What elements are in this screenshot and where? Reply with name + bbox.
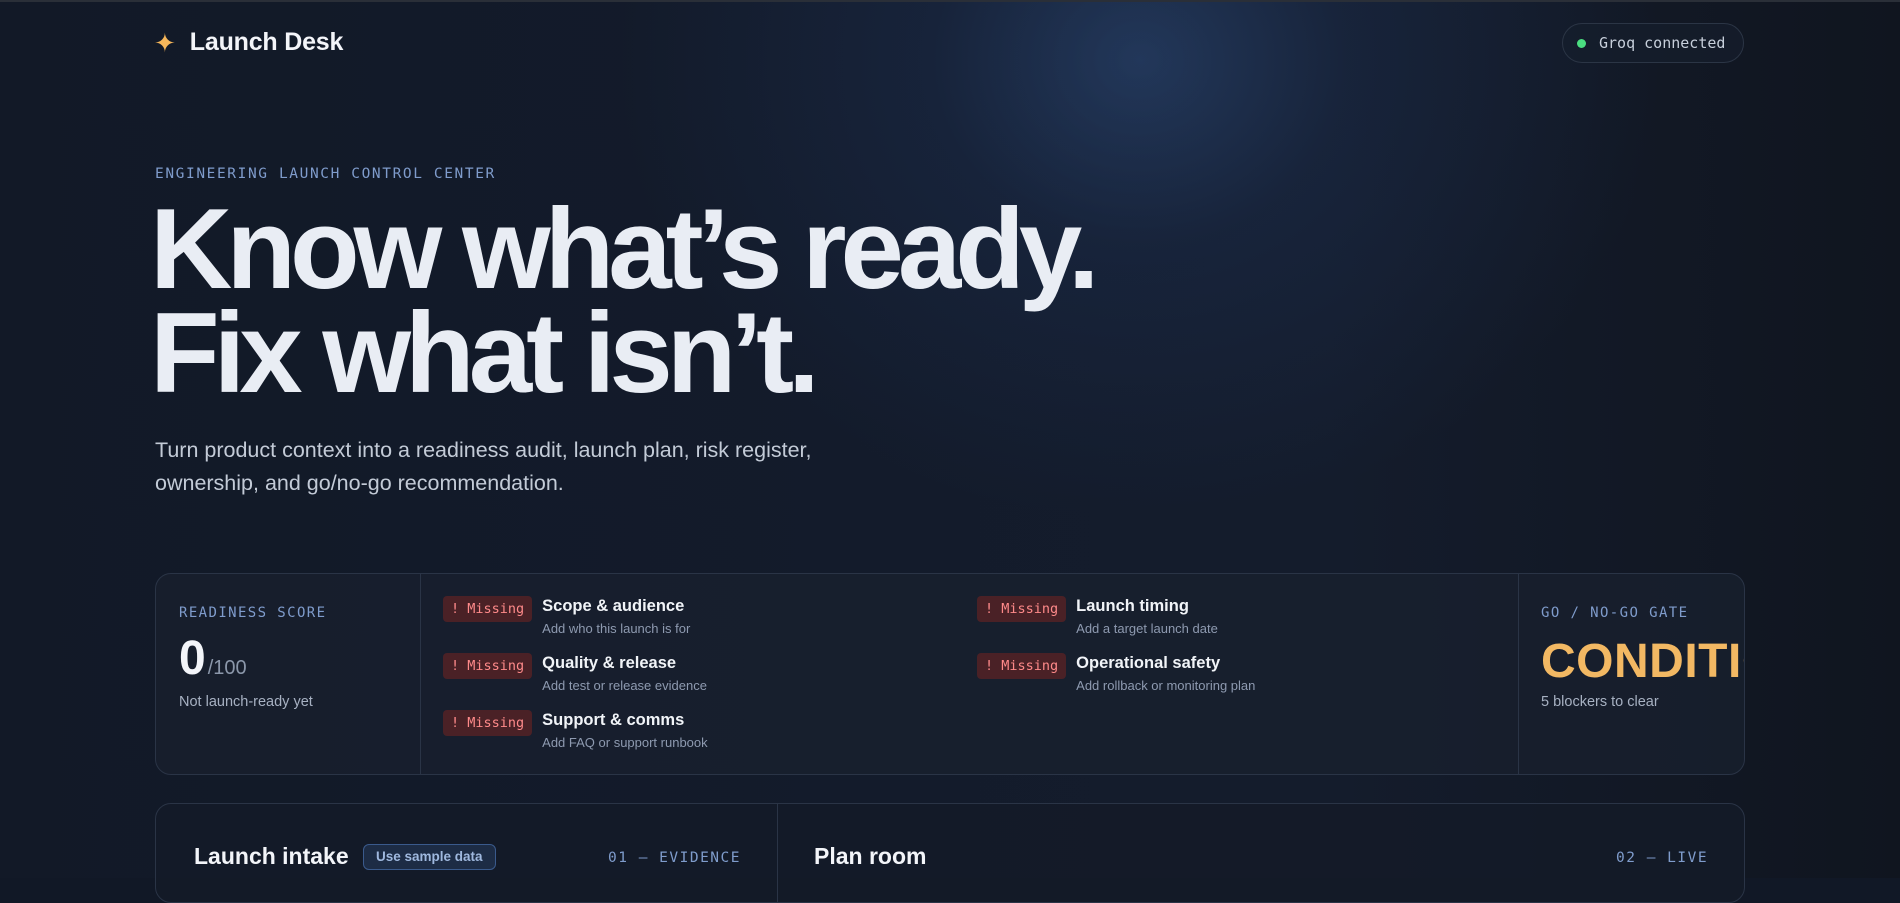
check-item-scope[interactable]: ! Missing Scope & audience Add who this … <box>443 596 690 637</box>
check-desc: Add a target launch date <box>1076 621 1218 636</box>
gate-value: CONDITIONAL <box>1541 635 1744 688</box>
check-item-safety[interactable]: ! Missing Operational safety Add rollbac… <box>977 653 1255 694</box>
missing-badge: ! Missing <box>977 596 1067 622</box>
page: ✦ Launch Desk Groq connected ENGINEERING… <box>0 0 1900 903</box>
missing-badge: ! Missing <box>977 653 1067 679</box>
gate-label: GO / NO-GO GATE <box>1541 605 1689 621</box>
readiness-panel: READINESS SCORE 0 /100 Not launch-ready … <box>155 573 1745 775</box>
check-title: Launch timing <box>1076 597 1189 615</box>
panel-divider <box>777 804 778 902</box>
hero-title: Know what’s ready. Fix what isn’t. <box>150 193 1100 411</box>
score-max: /100 <box>207 657 247 679</box>
gate-note: 5 blockers to clear <box>1541 694 1659 710</box>
check-title: Scope & audience <box>542 597 685 615</box>
readiness-checklist: ! Missing Scope & audience Add who this … <box>420 574 1674 774</box>
go-no-go-gate-card: GO / NO-GO GATE CONDITIONAL 5 blockers t… <box>1518 574 1744 774</box>
hero-subtitle: Turn product context into a readiness au… <box>155 438 812 495</box>
brand[interactable]: ✦ Launch Desk <box>154 28 343 57</box>
check-desc: Add FAQ or support runbook <box>542 735 708 750</box>
hero-title-line2: Fix what isn’t. <box>150 290 820 417</box>
hero-eyebrow: ENGINEERING LAUNCH CONTROL CENTER <box>155 166 496 182</box>
check-item-quality[interactable]: ! Missing Quality & release Add test or … <box>443 653 707 694</box>
readiness-score-card: READINESS SCORE 0 /100 Not launch-ready … <box>156 574 421 774</box>
score-number: 0 <box>179 632 206 685</box>
status-dot-icon <box>1577 38 1586 48</box>
check-title: Quality & release <box>542 654 677 672</box>
check-desc: Add test or release evidence <box>542 678 707 693</box>
check-desc: Add who this launch is for <box>542 621 691 636</box>
plan-room-title: Plan room <box>814 843 927 869</box>
launch-intake-title: Launch intake <box>194 843 349 869</box>
check-title: Support & comms <box>542 711 685 729</box>
check-item-support[interactable]: ! Missing Support & comms Add FAQ or sup… <box>443 710 708 751</box>
intake-step-tag: 01 — EVIDENCE <box>608 850 741 866</box>
status-text: Groq connected <box>1599 34 1726 52</box>
workspace-panel: Launch intake Use sample data 01 — EVIDE… <box>155 803 1745 903</box>
sparkle-icon: ✦ <box>154 27 176 58</box>
use-sample-data-button[interactable]: Use sample data <box>363 844 496 870</box>
score-note: Not launch-ready yet <box>179 694 313 710</box>
plan-step-tag: 02 — LIVE <box>1616 850 1709 866</box>
missing-badge: ! Missing <box>443 710 533 736</box>
readiness-score-label: READINESS SCORE <box>179 605 327 621</box>
check-item-timing[interactable]: ! Missing Launch timing Add a target lau… <box>977 596 1218 637</box>
check-title: Operational safety <box>1076 654 1221 672</box>
missing-badge: ! Missing <box>443 596 533 622</box>
missing-badge: ! Missing <box>443 653 533 679</box>
readiness-score-value: 0 /100 <box>179 631 247 686</box>
check-desc: Add rollback or monitoring plan <box>1076 678 1256 693</box>
connection-status: Groq connected <box>1562 23 1744 63</box>
brand-name: Launch Desk <box>189 28 344 56</box>
